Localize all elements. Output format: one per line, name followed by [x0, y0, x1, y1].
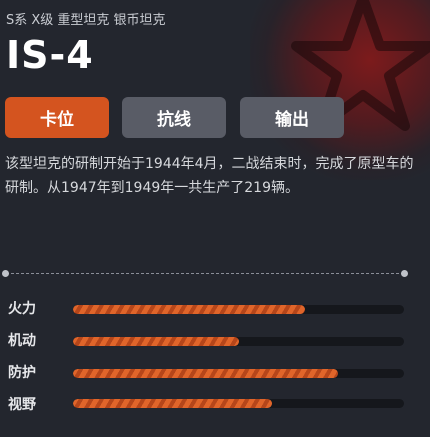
tab-damage-output[interactable]: 输出 [240, 97, 344, 138]
stat-fill [73, 337, 239, 346]
tank-description: 该型坦克的研制开始于1944年4月，二战结束时，完成了原型车的研制。从1947年… [5, 156, 414, 196]
stat-bar-mobility [73, 337, 404, 346]
stat-label-mobility: 机动 [8, 333, 36, 349]
stat-bar-firepower [73, 305, 404, 314]
tab-blocking[interactable]: 卡位 [5, 97, 109, 138]
stat-fill [73, 305, 305, 314]
tab-label: 输出 [275, 110, 309, 130]
divider-dot [2, 270, 9, 277]
tank-name: IS-4 [6, 33, 94, 77]
tab-label: 卡位 [40, 110, 74, 130]
stat-bar-armor [73, 369, 404, 378]
section-divider [6, 273, 404, 274]
stat-label-firepower: 火力 [8, 301, 36, 317]
stat-fill [73, 369, 338, 378]
tab-label: 抗线 [157, 110, 191, 130]
stat-fill [73, 399, 272, 408]
stat-label-view-range: 视野 [8, 397, 36, 413]
tank-classification: S系 X级 重型坦克 银币坦克 [6, 13, 166, 28]
stat-label-armor: 防护 [8, 365, 36, 381]
tab-holding-line[interactable]: 抗线 [122, 97, 226, 138]
divider-dot [401, 270, 408, 277]
stat-bar-view-range [73, 399, 404, 408]
